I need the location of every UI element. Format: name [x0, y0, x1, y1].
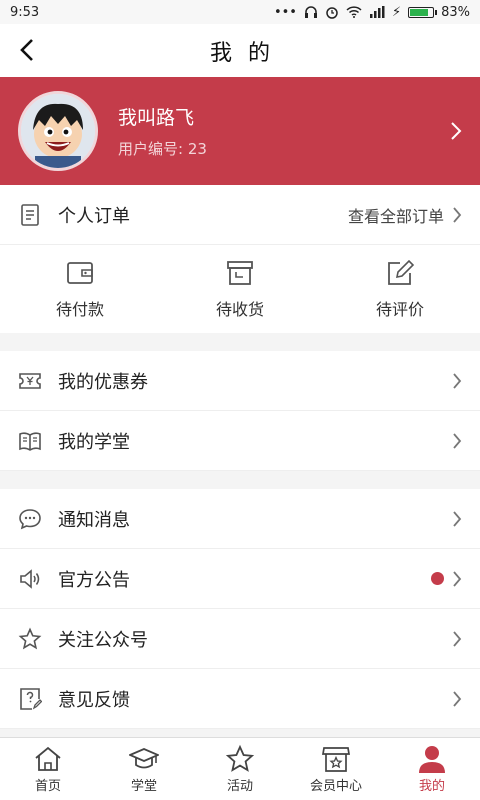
menu-item-my-school[interactable]: 我的学堂 — [0, 411, 480, 471]
tab-activity-label: 活动 — [226, 779, 253, 794]
menu-group-2: 通知消息 官方公告 关注公众号 意见反馈 — [0, 489, 480, 729]
home-icon — [35, 746, 61, 771]
chevron-right-icon — [451, 122, 462, 140]
more-icon: ••• — [273, 4, 297, 20]
wifi-icon — [346, 6, 362, 18]
battery-fill — [410, 8, 428, 16]
menu-item-follow-account-chevron — [452, 630, 462, 648]
orders-card: 个人订单 查看全部订单 待付款 待收货 待评价 — [0, 185, 480, 333]
order-pending-review[interactable]: 待评价 — [320, 245, 480, 333]
view-all-orders-link[interactable]: 查看全部订单 — [348, 203, 462, 227]
menu-item-notifications-label: 通知消息 — [58, 509, 130, 531]
wallet-icon — [67, 262, 93, 284]
feedback-icon — [20, 687, 42, 710]
headset-icon — [304, 6, 317, 18]
order-pending-receipt[interactable]: 待收货 — [160, 245, 320, 333]
menu-item-my-school-label: 我的学堂 — [58, 431, 130, 453]
menu-item-my-school-chevron — [452, 432, 462, 450]
star-icon — [225, 744, 255, 772]
status-icons: ••• ⚡ 83% — [274, 5, 470, 20]
document-icon — [21, 203, 39, 226]
graduation-cap-icon — [129, 748, 159, 769]
menu-item-coupons-label: 我的优惠券 — [58, 371, 148, 393]
bottom-tab-bar: 首页 学堂 活动 会员中心 我的 — [0, 737, 480, 800]
tab-activity[interactable]: 活动 — [192, 738, 288, 800]
chevron-right-icon — [453, 630, 462, 647]
message-icon — [19, 508, 41, 529]
alarm-icon — [326, 7, 338, 19]
battery-icon — [408, 6, 438, 18]
chevron-right-icon — [453, 510, 462, 527]
tab-home[interactable]: 首页 — [0, 738, 96, 800]
tab-mine-label: 我的 — [418, 779, 445, 794]
speaker-icon — [20, 568, 40, 589]
menu-item-follow-account-label: 关注公众号 — [58, 629, 148, 651]
profile-card[interactable]: 我叫路飞 用户编号: 23 — [0, 77, 480, 185]
battery-text: 83% — [441, 4, 470, 20]
tab-member-center-label: 会员中心 — [309, 779, 362, 794]
view-all-orders-label: 查看全部订单 — [347, 206, 444, 226]
menu-item-feedback-label: 意见反馈 — [58, 689, 130, 711]
order-pending-payment-label: 待付款 — [55, 300, 104, 319]
signal-icon — [369, 6, 385, 18]
chevron-right-icon — [453, 372, 462, 389]
status-time: 9:53 — [10, 4, 40, 20]
menu-item-feedback-chevron — [452, 690, 462, 708]
menu-group-1: 我的优惠券 我的学堂 — [0, 351, 480, 471]
person-icon — [419, 746, 445, 773]
charging-icon: ⚡ — [391, 4, 402, 20]
tab-member-center[interactable]: 会员中心 — [288, 738, 384, 800]
menu-item-coupons[interactable]: 我的优惠券 — [0, 351, 480, 411]
orders-header[interactable]: 个人订单 查看全部订单 — [0, 185, 480, 245]
profile-user-id: 用户编号: 23 — [118, 140, 207, 158]
page-title: 我的 — [209, 40, 286, 66]
menu-item-announcements-right — [431, 570, 462, 588]
order-pending-receipt-label: 待收货 — [215, 300, 264, 319]
profile-name: 我叫路飞 — [118, 107, 195, 129]
coupon-icon — [19, 372, 41, 389]
edit-icon — [388, 259, 415, 285]
menu-item-follow-account[interactable]: 关注公众号 — [0, 609, 480, 669]
store-icon — [321, 747, 351, 772]
chevron-right-icon — [453, 570, 462, 587]
avatar[interactable] — [18, 91, 98, 171]
tab-school-label: 学堂 — [130, 779, 157, 794]
chevron-right-icon — [453, 432, 462, 449]
box-icon — [227, 261, 253, 285]
chevron-right-icon — [453, 690, 462, 707]
profile-info: 我叫路飞 用户编号: 23 — [118, 103, 207, 159]
order-pending-review-label: 待评价 — [375, 300, 424, 319]
back-arrow-icon[interactable] — [14, 36, 42, 64]
chevron-right-icon — [453, 206, 462, 223]
order-status-bar: 待付款 待收货 待评价 — [0, 245, 480, 333]
order-pending-payment[interactable]: 待付款 — [0, 245, 160, 333]
tab-home-label: 首页 — [34, 779, 61, 794]
tab-mine[interactable]: 我的 — [384, 738, 480, 800]
menu-item-notifications[interactable]: 通知消息 — [0, 489, 480, 549]
avatar-image — [21, 94, 95, 168]
menu-item-notifications-chevron — [452, 510, 462, 528]
menu-item-announcements-label: 官方公告 — [58, 569, 130, 591]
section-divider — [0, 471, 480, 489]
star-icon — [18, 627, 42, 649]
menu-item-feedback[interactable]: 意见反馈 — [0, 669, 480, 729]
book-icon — [19, 431, 41, 451]
nav-bar: 我的 — [0, 24, 480, 77]
menu-item-coupons-chevron — [452, 372, 462, 390]
unread-badge — [431, 572, 444, 585]
status-bar: 9:53 ••• ⚡ 83% — [0, 0, 480, 24]
menu-item-announcements[interactable]: 官方公告 — [0, 549, 480, 609]
tab-school[interactable]: 学堂 — [96, 738, 192, 800]
orders-title: 个人订单 — [58, 205, 130, 227]
section-divider — [0, 333, 480, 351]
